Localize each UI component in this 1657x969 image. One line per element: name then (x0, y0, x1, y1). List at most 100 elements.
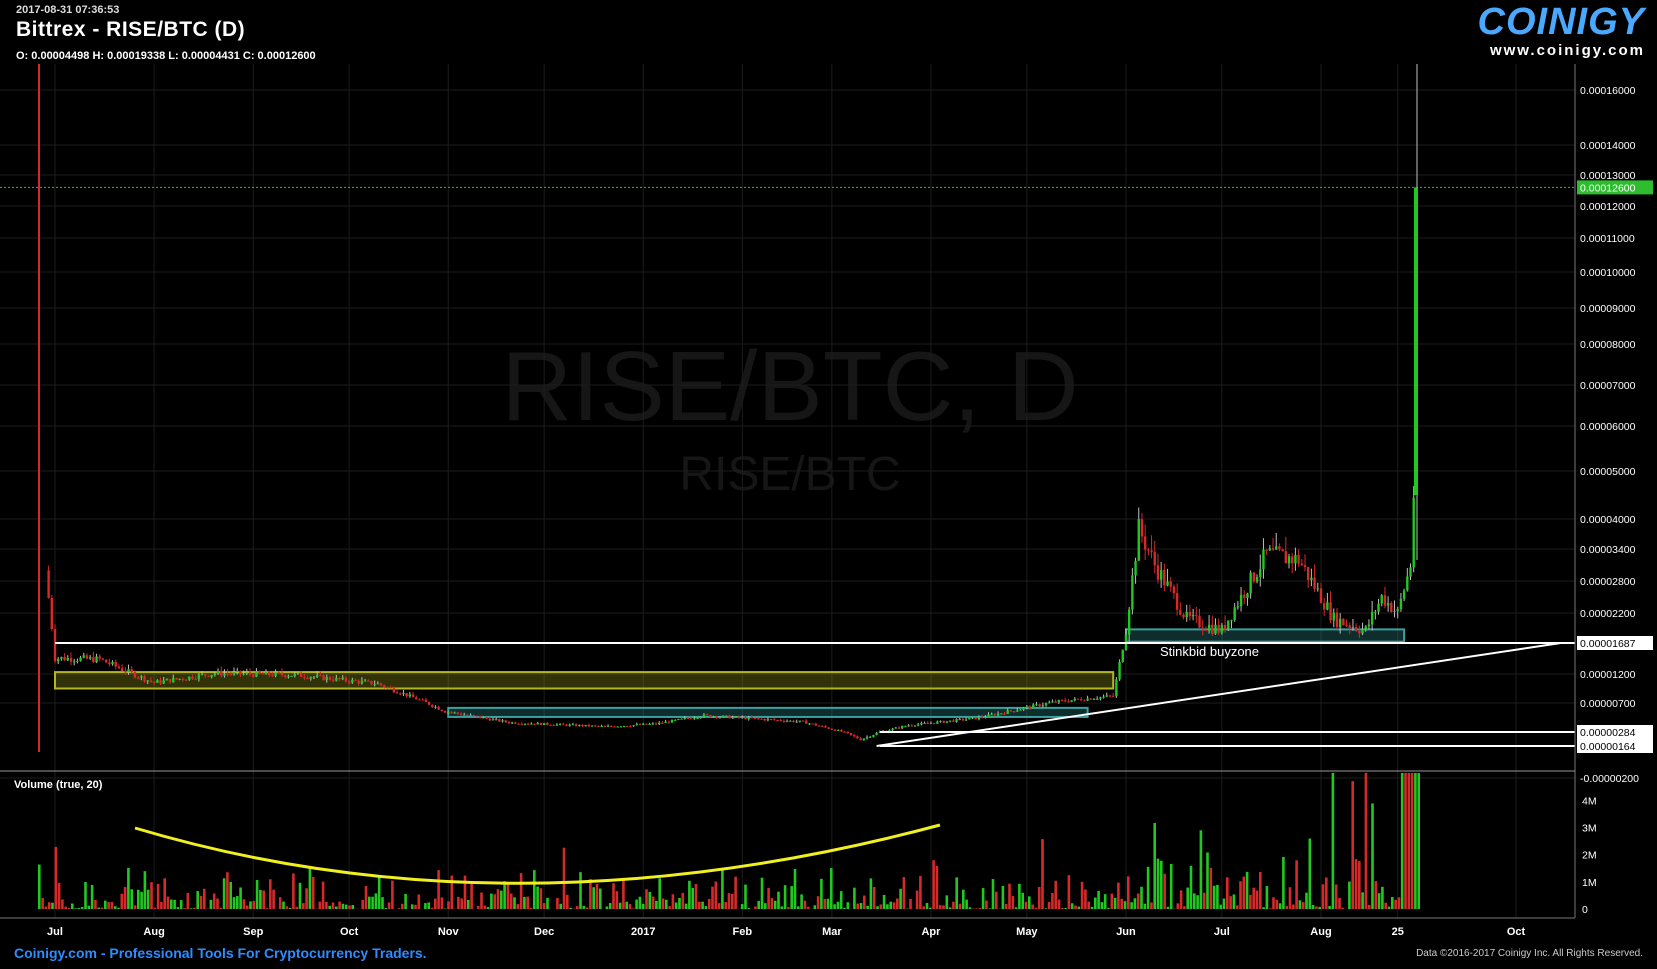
candle-body (1306, 567, 1310, 581)
candle-body (1140, 519, 1144, 537)
volume-bar (526, 896, 529, 909)
volume-bar (252, 901, 256, 909)
volume-bar (480, 892, 483, 909)
candle-body (124, 671, 127, 673)
volume-bar (463, 875, 467, 909)
volume-bar (688, 880, 691, 909)
candle-body (1220, 624, 1224, 633)
volume-axis[interactable]: 4M 3M 2M 1M 0 (1582, 795, 1597, 916)
candle-body (85, 655, 89, 659)
volume-bar (724, 902, 727, 909)
candle-body (152, 681, 156, 683)
volume-bar (381, 897, 384, 909)
candle-body (670, 719, 674, 723)
candle-body (814, 723, 818, 726)
volume-bar (391, 880, 394, 909)
footer-tagline[interactable]: Coinigy.com - Professional Tools For Cry… (14, 945, 427, 961)
candle-body (961, 718, 965, 721)
volume-bar (1361, 892, 1364, 909)
volume-bar (239, 887, 242, 909)
volume-bar (265, 908, 269, 909)
volume-bar (1348, 881, 1351, 909)
candle-body (146, 680, 149, 682)
candle-body (1108, 695, 1112, 697)
candle-body (386, 687, 389, 689)
volume-bar (51, 902, 54, 909)
volume-bar (1265, 886, 1269, 909)
volume-bar (344, 904, 348, 909)
volume-bar (1249, 894, 1252, 909)
volume-bar (536, 886, 539, 909)
candle-body (120, 668, 124, 672)
time-axis[interactable]: Jul Aug Sep Oct Nov Dec 2017 Feb Mar Apr May Jun Jul… (47, 926, 1525, 938)
candle-body (680, 718, 683, 720)
volume-bar (90, 884, 94, 909)
candle-body (635, 724, 639, 726)
candle-body (47, 570, 50, 598)
candle-body (293, 673, 296, 676)
candle-body (1342, 618, 1345, 626)
candle-body (1032, 704, 1035, 709)
price-axis[interactable]: 0.00016000 0.00014000 0.00013000 0.00012000… (1577, 85, 1653, 785)
candle-body (920, 723, 923, 725)
volume-bar (562, 847, 566, 909)
candle-body (1035, 704, 1038, 706)
volume-bar (889, 901, 892, 909)
candle-body (1322, 603, 1326, 610)
watermark-sub: RISE/BTC (679, 448, 900, 501)
candle-body (370, 680, 373, 685)
time-tick-label: Jun (1116, 926, 1136, 938)
breakout-candle (1414, 187, 1418, 495)
volume-bar (1206, 852, 1209, 909)
candle-body (277, 672, 280, 674)
volume-bar (1143, 903, 1147, 909)
candle-body (968, 718, 971, 720)
volume-bar (952, 901, 955, 909)
candle-body (1268, 548, 1272, 551)
candle-body (574, 724, 578, 727)
candle-body (865, 736, 869, 739)
candle-body (1044, 703, 1048, 706)
volume-bar (929, 907, 932, 909)
candle-body (916, 724, 920, 726)
price-tick-label: 0.00000164 (1580, 741, 1636, 753)
time-tick-label: 25 (1392, 926, 1404, 938)
price-chart[interactable]: RISE/BTC, D RISE/BTC Stinkbid buyzone Vo… (0, 0, 1657, 969)
candle-body (440, 709, 444, 712)
volume-bar (1212, 885, 1216, 909)
volume-bar (38, 864, 41, 909)
candle-body (450, 712, 453, 714)
candle-body (686, 717, 690, 719)
candle-body (1345, 625, 1348, 627)
volume-bar (47, 902, 51, 909)
volume-bars-layer (38, 773, 1420, 909)
candle-body (252, 674, 255, 677)
volume-bar (193, 907, 196, 909)
candle-body (971, 717, 974, 719)
candle-body (510, 722, 514, 724)
candle-body (894, 727, 897, 729)
candle-body (798, 720, 802, 722)
volume-bar (823, 898, 826, 909)
candle-body (1377, 603, 1380, 612)
candle-body (942, 720, 945, 723)
volume-bar (1103, 894, 1107, 909)
candle-body (72, 661, 76, 663)
candle-body (993, 714, 997, 716)
candle-body (862, 738, 866, 741)
volume-bar (41, 897, 44, 909)
volume-bar (397, 908, 401, 909)
candle-body (226, 673, 229, 675)
last-price-label: 0.00012600 (1580, 182, 1636, 194)
volume-bar (1354, 859, 1358, 909)
volume-bar (269, 879, 272, 909)
candle-body (763, 719, 766, 721)
candle-body (1092, 699, 1096, 701)
volume-bar (542, 903, 546, 909)
stinkbid-label: Stinkbid buyzone (1160, 644, 1259, 659)
candle-body (399, 693, 402, 695)
candle-body (801, 720, 805, 722)
volume-bar (747, 907, 751, 909)
candle-body (699, 717, 702, 719)
volume-bar (599, 888, 602, 909)
